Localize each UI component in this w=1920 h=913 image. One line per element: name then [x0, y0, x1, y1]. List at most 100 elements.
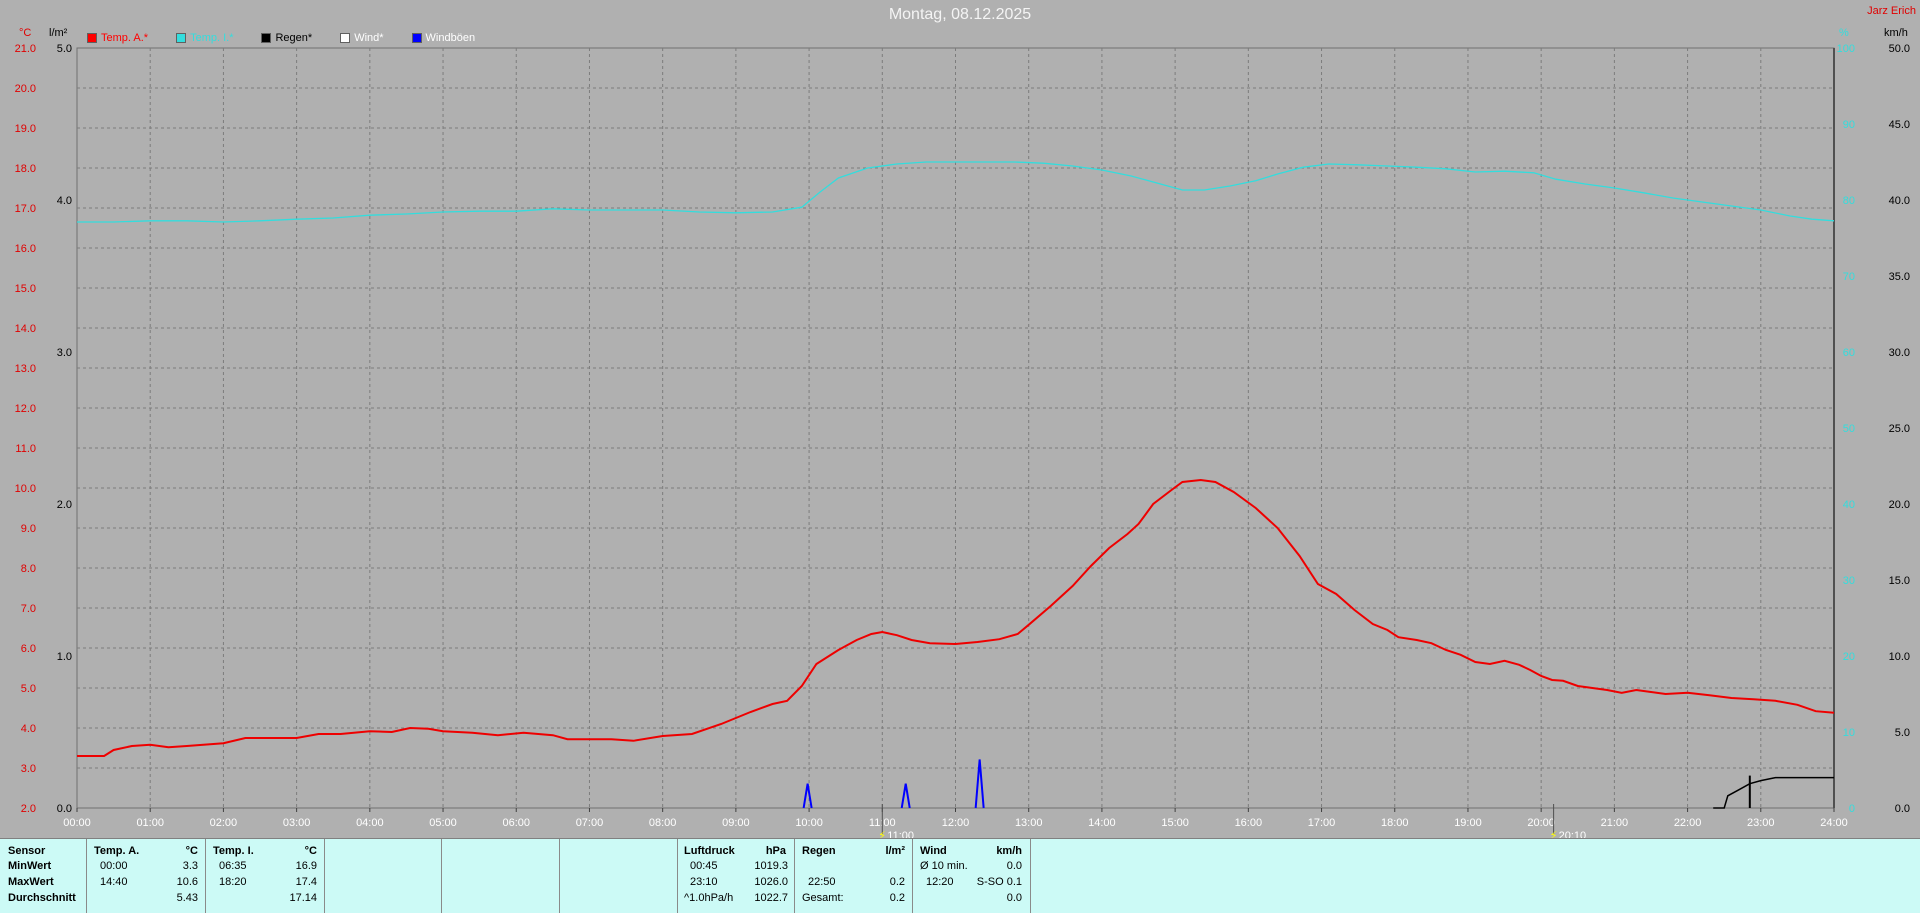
y-tick-label-temp: 20.0: [15, 83, 36, 95]
x-tick-label: 01:00: [136, 817, 164, 829]
y-tick-label-humidity: 40: [1843, 499, 1855, 511]
stats-time: 12:20: [926, 876, 954, 888]
legend-swatch: [340, 33, 351, 43]
stats-value: 0.2: [889, 892, 905, 904]
y-tick-label-humidity: 100: [1837, 43, 1855, 55]
stats-header: Wind: [920, 845, 947, 857]
y-tick-label-temp: 8.0: [21, 563, 36, 575]
x-tick-label: 04:00: [356, 817, 384, 829]
stats-time: 23:10: [690, 876, 718, 888]
y-tick-label-temp: 14.0: [15, 323, 36, 335]
stats-wind: Wind km/h Ø 10 min. 0.0 12:20 S-SO 0.1 0…: [913, 839, 1031, 913]
y-tick-label-humidity: 20: [1843, 651, 1855, 663]
time-marker-label: 11:00: [887, 830, 914, 838]
stats-row-label: MinWert: [8, 860, 52, 872]
x-tick-label: 13:00: [1015, 817, 1043, 829]
x-tick-label: 18:00: [1381, 817, 1409, 829]
stats-value: 0.0: [1006, 860, 1022, 872]
stats-value: 0.0: [1006, 892, 1022, 904]
y-tick-label-wind: 10.0: [1889, 651, 1910, 663]
legend-label: Windböen: [425, 32, 476, 44]
y-tick-label-wind: 35.0: [1889, 271, 1910, 283]
stats-unit: l/m²: [885, 845, 905, 857]
humidity-unit-label: %: [1839, 27, 1849, 39]
stats-row-label: Durchschnitt: [8, 892, 76, 904]
stats-value: 3.3: [182, 860, 198, 872]
legend-item-gusts[interactable]: Windböen: [411, 32, 476, 44]
x-tick-label: 19:00: [1454, 817, 1482, 829]
stats-time: 00:45: [690, 860, 718, 872]
stats-time: 22:50: [808, 876, 836, 888]
stats-time: 18:20: [219, 876, 247, 888]
stats-value: 1026.0: [754, 876, 788, 888]
y-tick-label-temp: 18.0: [15, 163, 36, 175]
x-tick-label: 07:00: [576, 817, 604, 829]
lightning-icon: ⚡: [1550, 829, 1558, 838]
y-tick-label-temp: 12.0: [15, 403, 36, 415]
x-tick-label: 16:00: [1235, 817, 1263, 829]
x-tick-label: 24:00: [1820, 817, 1848, 829]
y-tick-label-wind: 30.0: [1889, 347, 1910, 359]
y-tick-label-temp: 5.0: [21, 683, 36, 695]
stats-unit: °C: [185, 845, 198, 857]
x-tick-label: 03:00: [283, 817, 311, 829]
x-tick-label: 22:00: [1674, 817, 1702, 829]
y-tick-label-rain: 1.0: [57, 651, 72, 663]
legend-item-rain[interactable]: Regen*: [261, 32, 312, 44]
stats-unit: hPa: [765, 845, 786, 857]
stats-empty-column: [442, 839, 560, 913]
legend-swatch: [176, 33, 187, 43]
legend-label: Temp. I.*: [190, 32, 234, 44]
legend-swatch: [87, 33, 97, 43]
stats-temp-indoor: Temp. I. °C 06:35 16.9 18:20 17.4 17.14: [206, 839, 325, 913]
x-tick-label: 20:00: [1527, 817, 1555, 829]
stats-header: Luftdruck: [684, 845, 735, 857]
station-name: Jarz Erich: [1867, 5, 1916, 17]
legend-item-temp-outdoor[interactable]: Temp. A.*: [87, 32, 148, 44]
stats-value: 10.6: [176, 876, 198, 888]
y-tick-label-rain: 2.0: [57, 499, 72, 511]
stats-header: Regen: [802, 845, 836, 857]
stats-value: S-SO 0.1: [976, 876, 1022, 888]
stats-value: 1019.3: [754, 860, 788, 872]
stats-trend-label: ^1.0hPa/h: [684, 892, 734, 904]
x-tick-label: 05:00: [429, 817, 457, 829]
stats-value: 17.14: [289, 892, 317, 904]
y-tick-label-temp: 3.0: [21, 763, 36, 775]
legend-label: Wind*: [354, 32, 384, 44]
x-tick-label: 00:00: [63, 817, 91, 829]
y-tick-label-wind: 15.0: [1889, 575, 1910, 587]
stats-sensor-column: Sensor MinWert MaxWert Durchschnitt: [0, 839, 87, 913]
y-tick-label-wind: 20.0: [1889, 499, 1910, 511]
y-tick-label-temp: 13.0: [15, 363, 36, 375]
chart-legend: Temp. A.* Temp. I.* Regen* Wind* Windböe…: [87, 32, 503, 44]
stats-label: Ø 10 min.: [920, 860, 968, 872]
stats-value: 5.43: [176, 892, 198, 904]
x-tick-label: 23:00: [1747, 817, 1775, 829]
stats-rain: Regen l/m² 22:50 0.2 Gesamt: 0.2: [795, 839, 913, 913]
stats-value: 1022.7: [754, 892, 788, 904]
y-tick-label-temp: 16.0: [15, 243, 36, 255]
legend-item-temp-indoor[interactable]: Temp. I.*: [176, 32, 233, 44]
legend-swatch: [261, 33, 272, 43]
stats-empty-column: [325, 839, 442, 913]
y-tick-label-temp: 7.0: [21, 603, 36, 615]
y-tick-label-humidity: 80: [1843, 195, 1855, 207]
x-tick-label: 17:00: [1308, 817, 1336, 829]
statistics-panel: Sensor MinWert MaxWert Durchschnitt Temp…: [0, 838, 1920, 913]
stats-time: 06:35: [219, 860, 247, 872]
x-tick-label: 15:00: [1161, 817, 1189, 829]
y-tick-label-temp: 11.0: [15, 443, 36, 455]
y-tick-label-wind: 0.0: [1895, 803, 1910, 815]
stats-unit: °C: [304, 845, 317, 857]
y-tick-label-humidity: 0: [1849, 803, 1855, 815]
x-tick-label: 08:00: [649, 817, 677, 829]
x-tick-label: 02:00: [210, 817, 238, 829]
y-tick-label-rain: 3.0: [57, 347, 72, 359]
y-tick-label-wind: 45.0: [1889, 119, 1910, 131]
x-tick-label: 12:00: [942, 817, 970, 829]
stats-value: 16.9: [295, 860, 317, 872]
stats-empty-column: [560, 839, 678, 913]
y-tick-label-humidity: 70: [1843, 271, 1855, 283]
legend-item-wind[interactable]: Wind*: [340, 32, 384, 44]
